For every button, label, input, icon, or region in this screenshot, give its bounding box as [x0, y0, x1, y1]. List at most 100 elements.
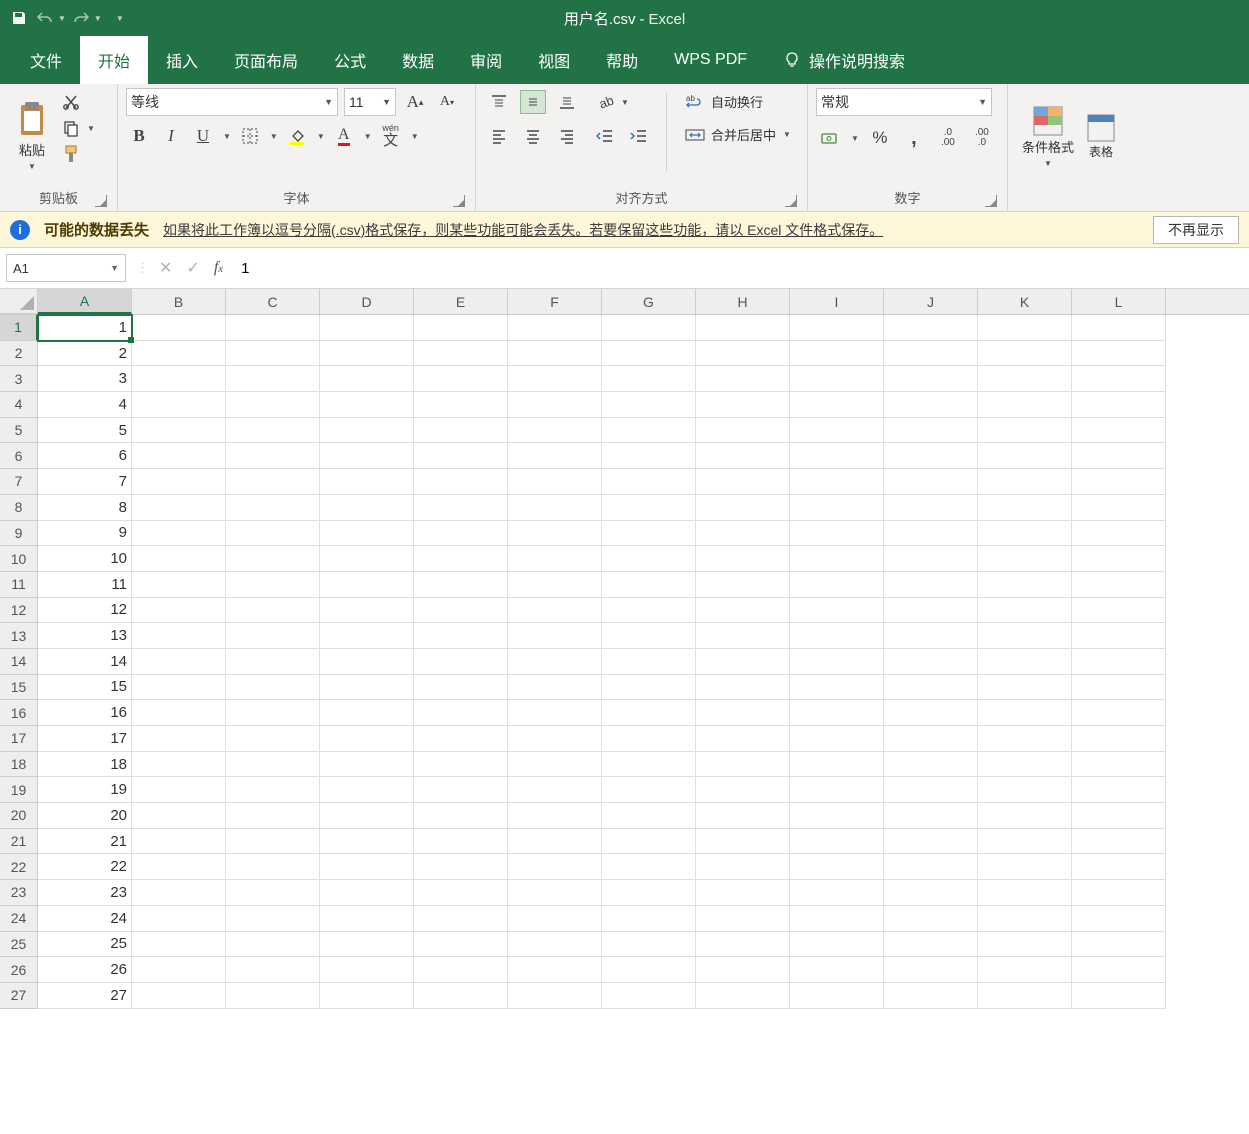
- cell[interactable]: [320, 700, 414, 726]
- cell[interactable]: [884, 546, 978, 572]
- row-header[interactable]: 22: [0, 854, 38, 880]
- cell[interactable]: [790, 546, 884, 572]
- row-header[interactable]: 20: [0, 803, 38, 829]
- cell[interactable]: [414, 443, 508, 469]
- cell[interactable]: [414, 957, 508, 983]
- decrease-indent-button[interactable]: [592, 124, 618, 148]
- cell[interactable]: [508, 418, 602, 444]
- align-middle-button[interactable]: [520, 90, 546, 114]
- cell[interactable]: [132, 392, 226, 418]
- bold-button[interactable]: B: [126, 124, 152, 148]
- cell[interactable]: 3: [38, 366, 132, 392]
- column-header[interactable]: G: [602, 289, 696, 314]
- cell[interactable]: [978, 829, 1072, 855]
- tab-data[interactable]: 数据: [384, 36, 452, 84]
- undo-dropdown-icon[interactable]: ▼: [58, 14, 66, 23]
- column-header[interactable]: B: [132, 289, 226, 314]
- cell[interactable]: [1072, 777, 1166, 803]
- tab-wpspdf[interactable]: WPS PDF: [656, 36, 765, 84]
- cell[interactable]: [1072, 366, 1166, 392]
- cell[interactable]: [508, 598, 602, 624]
- cell[interactable]: [132, 700, 226, 726]
- cell[interactable]: [226, 777, 320, 803]
- wrap-text-button[interactable]: ab 自动换行: [681, 90, 795, 113]
- cell[interactable]: [508, 392, 602, 418]
- cell[interactable]: [226, 495, 320, 521]
- font-color-button[interactable]: A: [331, 124, 357, 148]
- italic-button[interactable]: I: [158, 124, 184, 148]
- cell[interactable]: [226, 315, 320, 341]
- cell[interactable]: [414, 777, 508, 803]
- cell[interactable]: 22: [38, 854, 132, 880]
- cell[interactable]: [132, 495, 226, 521]
- cell[interactable]: [602, 572, 696, 598]
- cell[interactable]: [226, 418, 320, 444]
- row-header[interactable]: 4: [0, 392, 38, 418]
- cell[interactable]: 12: [38, 598, 132, 624]
- chevron-down-icon[interactable]: ▼: [411, 132, 419, 141]
- tab-pagelayout[interactable]: 页面布局: [216, 36, 316, 84]
- cell[interactable]: [320, 906, 414, 932]
- cell[interactable]: [602, 341, 696, 367]
- cell[interactable]: [696, 700, 790, 726]
- cell[interactable]: [508, 623, 602, 649]
- row-header[interactable]: 10: [0, 546, 38, 572]
- cell[interactable]: [226, 598, 320, 624]
- cell[interactable]: [696, 777, 790, 803]
- cell[interactable]: [978, 495, 1072, 521]
- cell[interactable]: [226, 880, 320, 906]
- row-header[interactable]: 8: [0, 495, 38, 521]
- cell[interactable]: [132, 726, 226, 752]
- copy-button[interactable]: [58, 116, 84, 140]
- cell[interactable]: [508, 752, 602, 778]
- cell[interactable]: [414, 418, 508, 444]
- cell[interactable]: [414, 880, 508, 906]
- underline-button[interactable]: U: [190, 124, 216, 148]
- row-header[interactable]: 27: [0, 983, 38, 1009]
- cancel-icon[interactable]: ✕: [159, 258, 172, 278]
- cell[interactable]: [790, 341, 884, 367]
- cell[interactable]: [1072, 572, 1166, 598]
- cell[interactable]: [226, 932, 320, 958]
- cell[interactable]: 2: [38, 341, 132, 367]
- cell[interactable]: [602, 392, 696, 418]
- cell[interactable]: [414, 726, 508, 752]
- cell[interactable]: [508, 726, 602, 752]
- cell[interactable]: [602, 854, 696, 880]
- cell[interactable]: [414, 598, 508, 624]
- cell[interactable]: [696, 546, 790, 572]
- cell[interactable]: 10: [38, 546, 132, 572]
- chevron-down-icon[interactable]: ▼: [87, 124, 95, 133]
- cell[interactable]: [978, 752, 1072, 778]
- cell[interactable]: [884, 572, 978, 598]
- cell[interactable]: 18: [38, 752, 132, 778]
- cell[interactable]: [508, 546, 602, 572]
- cell[interactable]: [602, 315, 696, 341]
- cell[interactable]: [884, 700, 978, 726]
- cell[interactable]: [226, 341, 320, 367]
- cell[interactable]: [602, 675, 696, 701]
- cell[interactable]: 8: [38, 495, 132, 521]
- cell[interactable]: [508, 443, 602, 469]
- cell[interactable]: [414, 932, 508, 958]
- cell[interactable]: [602, 546, 696, 572]
- cell[interactable]: [602, 880, 696, 906]
- cell[interactable]: 19: [38, 777, 132, 803]
- column-header[interactable]: D: [320, 289, 414, 314]
- cell[interactable]: [320, 829, 414, 855]
- row-header[interactable]: 11: [0, 572, 38, 598]
- merge-center-button[interactable]: 合并后居中 ▼: [681, 123, 795, 146]
- cell[interactable]: [602, 932, 696, 958]
- dismiss-button[interactable]: 不再显示: [1153, 216, 1239, 244]
- row-header[interactable]: 9: [0, 521, 38, 547]
- borders-button[interactable]: [237, 124, 263, 148]
- cell[interactable]: 25: [38, 932, 132, 958]
- row-header[interactable]: 2: [0, 341, 38, 367]
- cell[interactable]: [226, 649, 320, 675]
- cell[interactable]: [1072, 315, 1166, 341]
- cell[interactable]: [978, 521, 1072, 547]
- cell[interactable]: [602, 521, 696, 547]
- cell[interactable]: [696, 983, 790, 1009]
- cell[interactable]: [508, 469, 602, 495]
- cell[interactable]: [884, 777, 978, 803]
